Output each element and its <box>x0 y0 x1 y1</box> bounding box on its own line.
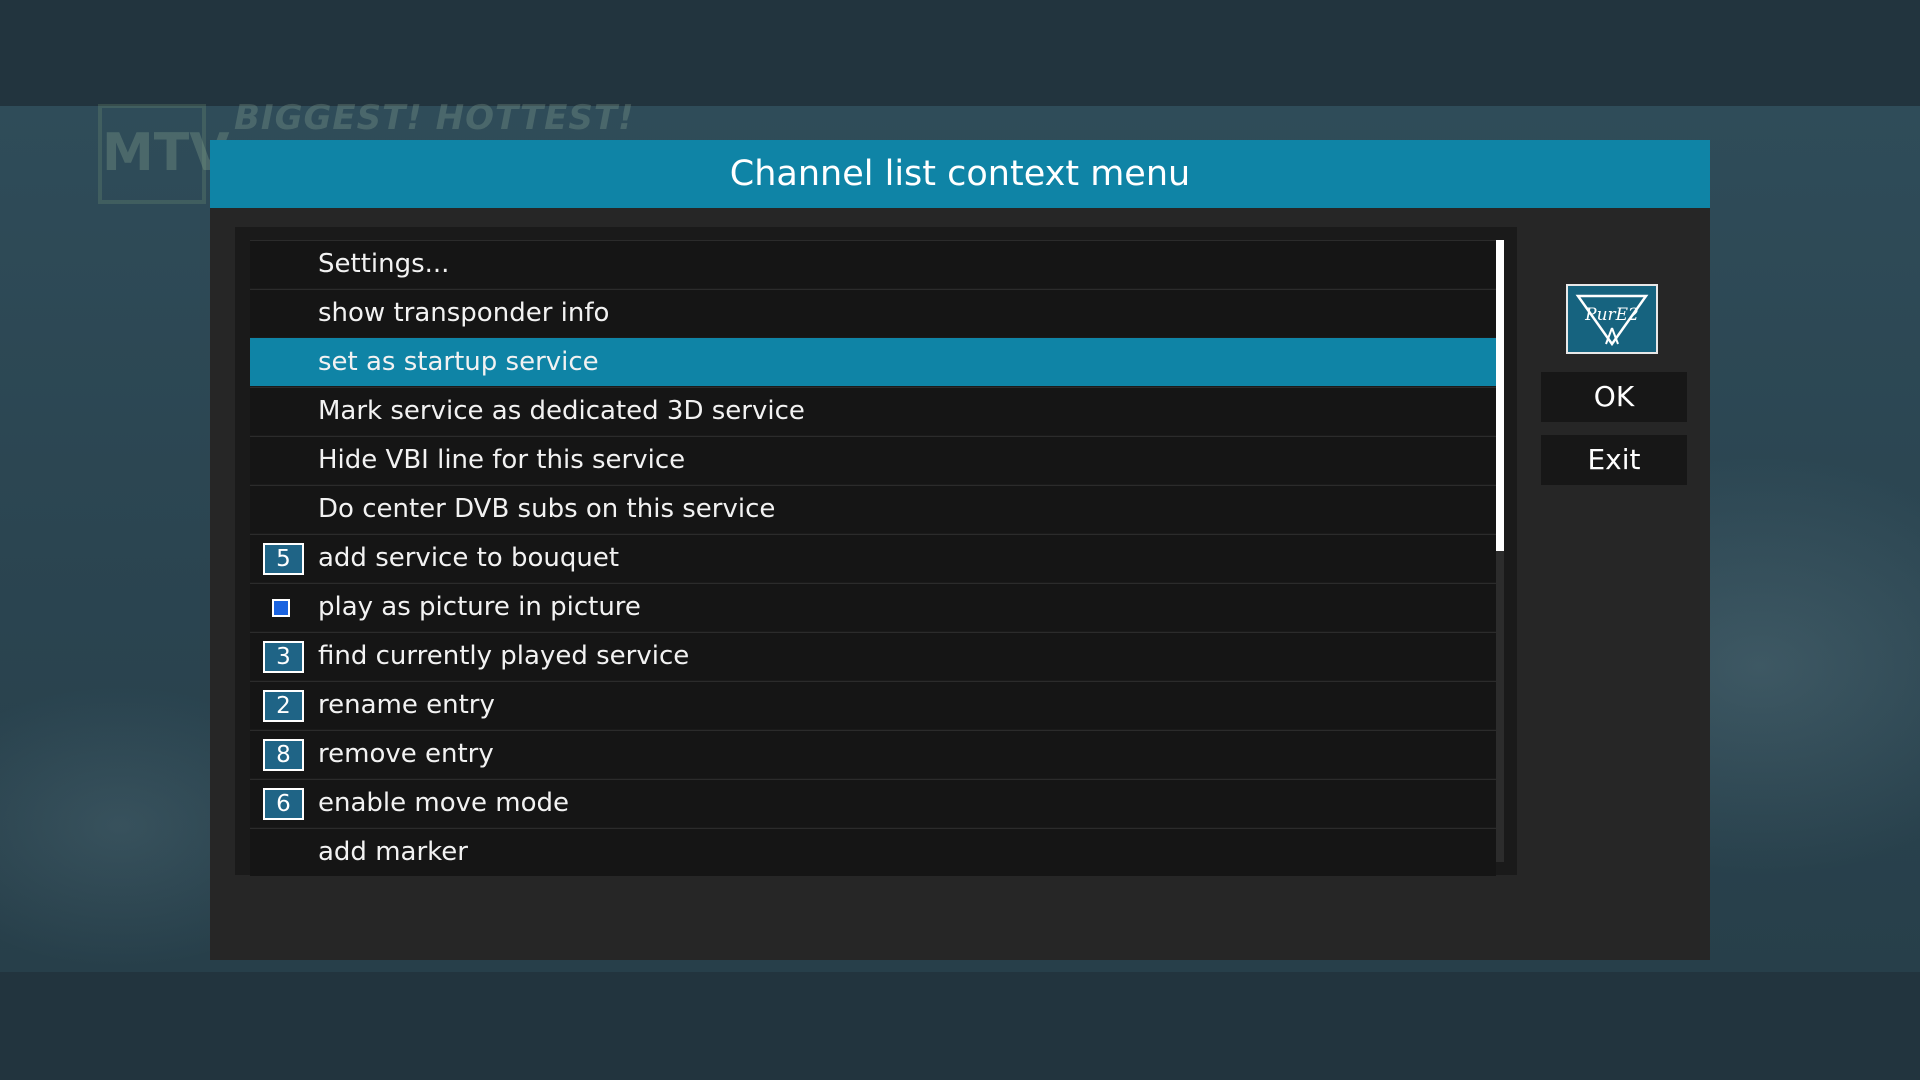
number-key-badge-icon: 6 <box>263 788 304 820</box>
screen-bottom-band <box>0 972 1920 1080</box>
pure2-logo-icon: PurE2 <box>1566 284 1658 354</box>
number-key-badge-icon: 3 <box>263 641 304 673</box>
menu-list: Settings... show transponder info set as s… <box>250 240 1496 877</box>
screen-top-band <box>0 0 1920 106</box>
menu-item[interactable]: show transponder info <box>250 289 1496 337</box>
menu-item[interactable]: 5 add service to bouquet <box>250 534 1496 582</box>
menu-item-label: rename entry <box>318 690 495 720</box>
menu-item[interactable]: Do center DVB subs on this service <box>250 485 1496 533</box>
menu-item[interactable]: Mark service as dedicated 3D service <box>250 387 1496 435</box>
number-key-badge-icon: 8 <box>263 739 304 771</box>
ok-button[interactable]: OK <box>1541 372 1687 422</box>
exit-button[interactable]: Exit <box>1541 435 1687 485</box>
menu-item-label: play as picture in picture <box>318 592 641 622</box>
menu-item[interactable]: add marker <box>250 828 1496 876</box>
menu-item-label: add marker <box>318 837 468 867</box>
blue-square-icon <box>272 599 290 617</box>
menu-item-label: Mark service as dedicated 3D service <box>318 396 805 426</box>
menu-item[interactable]: 8 remove entry <box>250 730 1496 778</box>
menu-item-label: add service to bouquet <box>318 543 620 573</box>
menu-item-label: Do center DVB subs on this service <box>318 494 776 524</box>
menu-list-panel: Settings... show transponder info set as s… <box>235 227 1517 877</box>
number-key-badge-icon: 2 <box>263 690 304 722</box>
list-scrollbar[interactable] <box>1496 240 1504 862</box>
number-key-badge-icon: 5 <box>263 543 304 575</box>
menu-item[interactable]: 6 enable move mode <box>250 779 1496 827</box>
menu-item-label: Hide VBI line for this service <box>318 445 686 475</box>
menu-item[interactable]: play as picture in picture <box>250 583 1496 631</box>
context-menu-dialog: Channel list context menu Settings... sho… <box>210 140 1710 960</box>
list-scrollbar-thumb[interactable] <box>1496 240 1504 551</box>
menu-item-label: show transponder info <box>318 298 610 328</box>
menu-item[interactable]: 3 find currently played service <box>250 632 1496 680</box>
svg-text:PurE2: PurE2 <box>1584 305 1639 325</box>
menu-item[interactable]: Hide VBI line for this service <box>250 436 1496 484</box>
menu-item[interactable]: Settings... <box>250 240 1496 288</box>
menu-item-label: remove entry <box>318 739 494 769</box>
menu-item-label: Settings... <box>318 249 450 279</box>
background-headline: BIGGEST! HOTTEST! <box>234 98 635 138</box>
menu-item-label: enable move mode <box>318 788 570 818</box>
menu-item[interactable]: 2 rename entry <box>250 681 1496 729</box>
menu-item-label: set as startup service <box>318 347 599 377</box>
dialog-title: Channel list context menu <box>210 140 1710 208</box>
background-channel-logo: MTV <box>98 104 229 204</box>
menu-item-label: find currently played service <box>318 641 690 671</box>
menu-item[interactable]: set as startup service <box>250 338 1496 386</box>
